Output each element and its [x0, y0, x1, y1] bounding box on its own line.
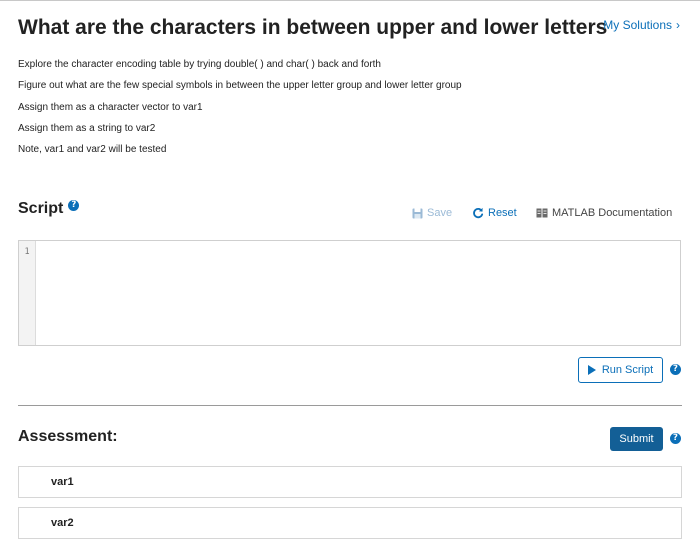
reset-button[interactable]: Reset: [472, 207, 517, 219]
submit-button[interactable]: Submit: [610, 427, 663, 451]
help-icon[interactable]: ?: [670, 364, 681, 375]
description-line: Explore the character encoding table by …: [18, 59, 381, 70]
assessment-item-var1[interactable]: var1: [18, 466, 682, 498]
book-icon: [536, 208, 548, 218]
save-button[interactable]: Save: [412, 207, 452, 219]
script-editor[interactable]: 1: [18, 240, 681, 346]
reset-label: Reset: [488, 207, 517, 219]
save-label: Save: [427, 207, 453, 219]
my-solutions-link[interactable]: My Solutions ›: [603, 18, 680, 32]
play-icon: [587, 365, 596, 375]
assessment-item-label: var1: [51, 476, 74, 488]
chevron-right-icon: ›: [676, 18, 680, 32]
script-heading-label: Script: [18, 200, 64, 217]
editor-gutter: 1: [19, 241, 36, 345]
description-line: Note, var1 and var2 will be tested: [18, 144, 167, 156]
script-heading: Script?: [18, 200, 80, 218]
assessment-item-label: var2: [51, 517, 74, 529]
assessment-heading: Assessment:: [18, 428, 118, 445]
help-icon[interactable]: ?: [68, 200, 80, 212]
documentation-label: MATLAB Documentation: [552, 207, 673, 219]
run-script-label: Run Script: [601, 364, 654, 376]
assessment-item-var2[interactable]: var2: [18, 507, 682, 539]
run-script-button[interactable]: Run Script: [578, 357, 663, 383]
my-solutions-label: My Solutions: [603, 18, 672, 32]
problem-description: Explore the character encoding table by …: [18, 58, 462, 164]
problem-title: What are the characters in between upper…: [18, 16, 608, 39]
submit-label: Submit: [619, 433, 654, 445]
refresh-icon: [473, 207, 484, 219]
description-line: Assign them as a character vector to var…: [18, 101, 203, 113]
floppy-disk-icon: [412, 208, 423, 218]
top-border: [0, 0, 700, 1]
matlab-documentation-button[interactable]: MATLAB Documentation: [536, 207, 672, 219]
description-line: Figure out what are the few special symb…: [18, 80, 462, 92]
help-icon[interactable]: ?: [670, 433, 681, 444]
line-number: 1: [24, 247, 30, 257]
description-line: Assign them as a string to var2: [18, 122, 156, 134]
section-divider: [18, 405, 682, 406]
